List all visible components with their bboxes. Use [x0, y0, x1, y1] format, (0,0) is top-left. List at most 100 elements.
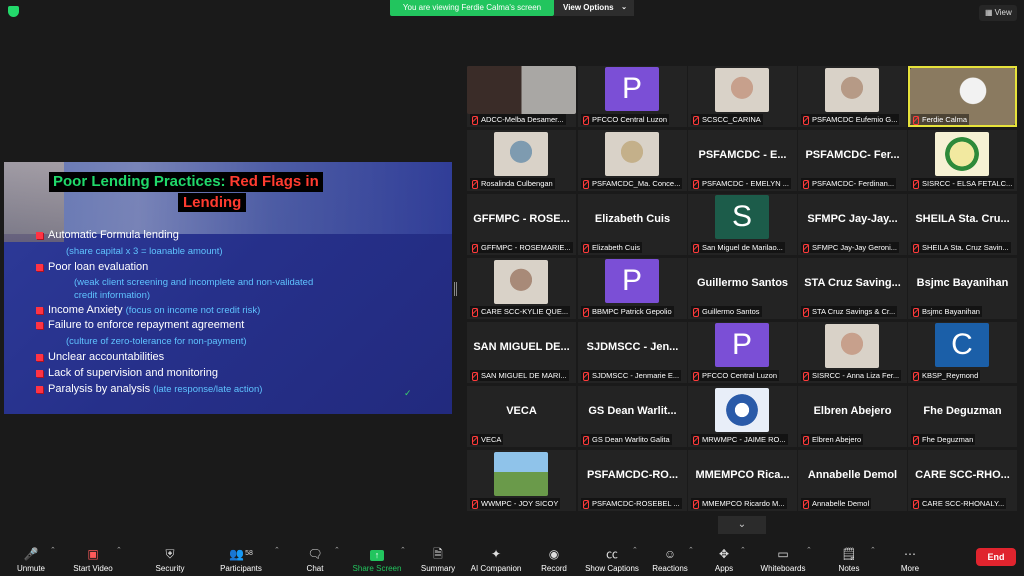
- participant-tile[interactable]: P BBMPC Patrick Gepolio: [578, 258, 687, 319]
- participant-tile[interactable]: CARE SCC-KYLIE QUE...: [467, 258, 576, 319]
- participant-tile[interactable]: CARE SCC-RHO... CARE SCC-RHONALY...: [908, 450, 1017, 511]
- participant-tile[interactable]: Ferdie Calma: [908, 66, 1017, 127]
- view-button[interactable]: ▦ View: [979, 5, 1017, 21]
- participant-display-name: SFMPC Jay-Jay...: [807, 213, 898, 225]
- notes-button[interactable]: 🗒 Notes ⌃: [834, 538, 876, 576]
- chevron-up-icon[interactable]: ⌃: [740, 546, 746, 554]
- participant-tile[interactable]: SHEILA Sta. Cru... SHEILA Sta. Cruz Savin…: [908, 194, 1017, 255]
- emoji-icon: ☺: [663, 547, 677, 561]
- participant-tile[interactable]: SCSCC_CARINA: [688, 66, 797, 127]
- participant-tile[interactable]: MMEMPCO Rica... MMEMPCO Ricardo M...: [688, 450, 797, 511]
- more-button[interactable]: ⋯ More: [896, 538, 924, 576]
- chat-icon: 🗨: [307, 547, 323, 561]
- participant-tile[interactable]: Elbren Abejero Elbren Abejero: [798, 386, 907, 447]
- bullet-sub: credit information): [74, 290, 151, 301]
- summary-icon: 🗎: [433, 547, 443, 561]
- chevron-up-icon[interactable]: ⌃: [806, 546, 812, 554]
- chevron-up-icon[interactable]: ⌃: [274, 546, 280, 554]
- slide-bullet: Paralysis by analysis (late response/late…: [35, 383, 262, 395]
- chevron-up-icon[interactable]: ⌃: [50, 546, 56, 554]
- participant-tile[interactable]: PSFAMCDC_Ma. Conce...: [578, 130, 687, 191]
- chevron-up-icon[interactable]: ⌃: [334, 546, 340, 554]
- whiteboards-label: Whiteboards: [760, 564, 806, 573]
- viewing-banner: You are viewing Ferdie Calma's screen: [390, 0, 554, 16]
- participant-name-label: MRWMPC - JAIME RO...: [691, 434, 788, 445]
- participant-tile[interactable]: SFMPC Jay-Jay... SFMPC Jay-Jay Geroni...: [798, 194, 907, 255]
- end-meeting-button[interactable]: End: [976, 548, 1016, 566]
- ai-companion-button[interactable]: ✦ AI Companion: [468, 538, 524, 576]
- participant-tile[interactable]: PSFAMCDC - E... PSFAMCDC - EMELYN ...: [688, 130, 797, 191]
- participant-tile[interactable]: P PFCCO Central Luzon: [578, 66, 687, 127]
- participant-tile[interactable]: GFFMPC - ROSE... GFFMPC - ROSEMARIE...: [467, 194, 576, 255]
- participant-tile[interactable]: VECA VECA: [467, 386, 576, 447]
- participant-display-name: Elbren Abejero: [813, 405, 892, 417]
- participant-tile[interactable]: C KBSP_Reymond: [908, 322, 1017, 383]
- bullet-sub: (culture of zero-tolerance for non-payme…: [66, 336, 247, 347]
- participant-tile[interactable]: MRWMPC - JAIME RO...: [688, 386, 797, 447]
- notes-label: Notes: [838, 564, 860, 573]
- apps-button[interactable]: ✥ Apps ⌃: [708, 538, 746, 576]
- start-video-label: Start Video: [73, 564, 113, 573]
- chat-button[interactable]: 🗨 Chat ⌃: [300, 538, 340, 576]
- show-captions-button[interactable]: ㏄ Show Captions ⌃: [584, 538, 640, 576]
- participant-tile[interactable]: Fhe Deguzman Fhe Deguzman: [908, 386, 1017, 447]
- participant-tile[interactable]: Guillermo Santos Guillermo Santos: [688, 258, 797, 319]
- participant-name-label: ADCC-Melba Desamer...: [470, 114, 566, 125]
- participant-tile[interactable]: Annabelle Demol Annabelle Demol: [798, 450, 907, 511]
- participant-tile[interactable]: Rosalinda Culbengan: [467, 130, 576, 191]
- chevron-down-icon: ⌄: [621, 4, 627, 11]
- participant-tile[interactable]: SISRCC - ELSA FETALC...: [908, 130, 1017, 191]
- participant-tile[interactable]: WWMPC - JOY SICOY: [467, 450, 576, 511]
- participant-tile[interactable]: GS Dean Warlit... GS Dean Warlito Galita: [578, 386, 687, 447]
- resize-handle[interactable]: [454, 282, 457, 296]
- participant-name-label: Elbren Abejero: [801, 434, 864, 445]
- chevron-up-icon[interactable]: ⌃: [400, 546, 406, 554]
- whiteboards-button[interactable]: ▭ Whiteboards ⌃: [758, 538, 812, 576]
- view-options-button[interactable]: View Options ⌄: [554, 0, 634, 16]
- participant-tile[interactable]: PSFAMCDC-RO... PSFAMCDC-ROSEBEL ...: [578, 450, 687, 511]
- participant-tile[interactable]: P PFCCO Central Luzon: [688, 322, 797, 383]
- reactions-button[interactable]: ☺ Reactions ⌃: [650, 538, 694, 576]
- participant-video: [825, 324, 879, 368]
- participant-tile[interactable]: PSFAMCDC Eufemio G...: [798, 66, 907, 127]
- participant-name-label: PSFAMCDC Eufemio G...: [801, 114, 900, 125]
- participant-tile[interactable]: SAN MIGUEL DE... SAN MIGUEL DE MARI...: [467, 322, 576, 383]
- participant-tile[interactable]: S San Miguel de Marilao...: [688, 194, 797, 255]
- participant-tile[interactable]: PSFAMCDC- Fer... PSFAMCDC- Ferdinan...: [798, 130, 907, 191]
- gallery-next-page-button[interactable]: ⌄: [718, 516, 766, 534]
- participant-tile[interactable]: STA Cruz Saving... STA Cruz Savings & Cr.…: [798, 258, 907, 319]
- security-label: Security: [155, 564, 185, 573]
- shield-icon[interactable]: [8, 6, 19, 17]
- participant-video: [494, 452, 548, 496]
- participant-tile[interactable]: SJDMSCC - Jen... SJDMSCC - Jenmarie E...: [578, 322, 687, 383]
- more-icon: ⋯: [904, 547, 916, 561]
- participant-name-label: SJDMSCC - Jenmarie E...: [581, 370, 682, 381]
- participant-name-label: San Miguel de Marilao...: [691, 242, 785, 253]
- chevron-up-icon[interactable]: ⌃: [116, 546, 122, 554]
- participant-display-name: PSFAMCDC- Fer...: [805, 149, 900, 161]
- slide-bullet: Failure to enforce repayment agreement: [35, 319, 244, 331]
- chevron-up-icon[interactable]: ⌃: [870, 546, 876, 554]
- chevron-up-icon[interactable]: ⌃: [688, 546, 694, 554]
- unmute-button[interactable]: 🎤 Unmute ⌃: [10, 538, 56, 576]
- participant-name-label: PSFAMCDC- Ferdinan...: [801, 178, 897, 189]
- apps-icon: ✥: [718, 547, 730, 561]
- participant-name-label: PSFAMCDC - EMELYN ...: [691, 178, 791, 189]
- participant-tile[interactable]: ADCC-Melba Desamer...: [467, 66, 576, 127]
- share-screen-button[interactable]: ↑ Share Screen ⌃: [350, 538, 406, 576]
- participants-button[interactable]: 👥58 Participants ⌃: [216, 538, 280, 576]
- participant-tile[interactable]: Bsjmc Bayanihan Bsjmc Bayanihan: [908, 258, 1017, 319]
- participant-display-name: SAN MIGUEL DE...: [473, 341, 570, 353]
- chevron-up-icon[interactable]: ⌃: [632, 546, 638, 554]
- sparkle-icon: ✦: [490, 547, 502, 561]
- slide-title-line2: Lending: [178, 193, 247, 212]
- participant-tile[interactable]: Elizabeth Cuis Elizabeth Cuis: [578, 194, 687, 255]
- slide-bullet: Lack of supervision and monitoring: [36, 367, 218, 379]
- participant-tile[interactable]: SISRCC - Anna Liza Fer...: [798, 322, 907, 383]
- summary-button[interactable]: 🗎 Summary: [418, 538, 458, 576]
- record-button[interactable]: ◉ Record: [538, 538, 570, 576]
- security-button[interactable]: ⛨ Security: [148, 538, 192, 576]
- start-video-button[interactable]: ▣ Start Video ⌃: [70, 538, 122, 576]
- participant-name-label: SHEILA Sta. Cruz Savin...: [911, 242, 1011, 253]
- participant-name-label: Rosalinda Culbengan: [470, 178, 555, 189]
